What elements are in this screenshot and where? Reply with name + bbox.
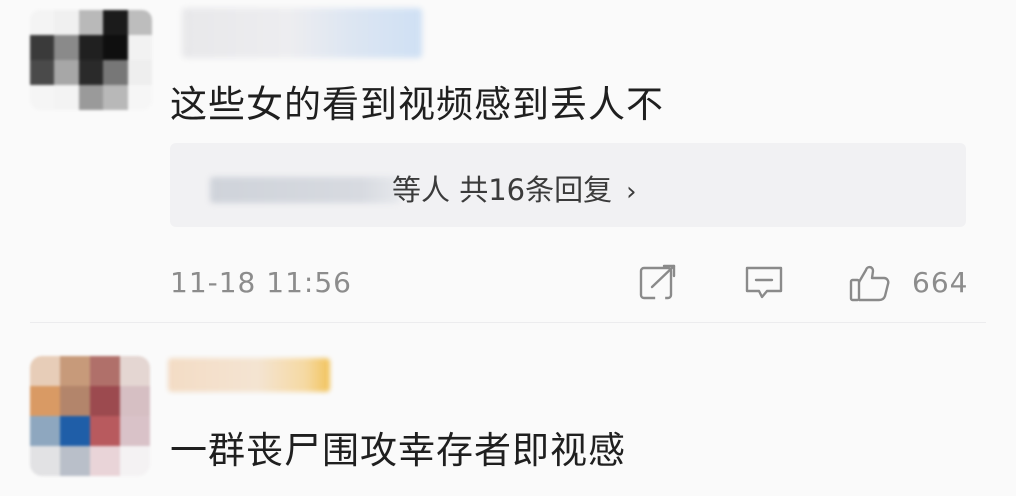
avatar-pixel [54,35,79,60]
avatar-pixel [30,386,60,416]
avatar-pixel [60,416,90,446]
share-icon [639,264,676,300]
avatar-pixel [30,35,55,60]
thumbs-up-icon [849,265,890,302]
reply-usernames-blurred [210,177,400,203]
replies-summary[interactable]: 等人 共16条回复 › [392,167,637,209]
avatar-pixel [60,446,90,476]
avatar-pixel [78,60,104,85]
avatar-pixel [54,10,79,35]
avatar-pixel [120,416,150,446]
avatar-pixel [103,85,128,110]
like-count: 664 [912,266,969,299]
comment-text: 一群丧尸围攻幸存者即视感 [170,429,626,472]
comment-meta-row: 11-18 11:56 664 [170,262,976,304]
avatar-pixel [54,85,79,110]
avatar-pixel [103,35,128,60]
like-button[interactable] [848,262,892,304]
avatar-pixel [103,60,128,85]
avatar-pixel [90,386,120,416]
avatar-pixel [127,35,152,60]
avatar-pixel [103,10,128,35]
comment-icon [745,266,783,299]
divider [30,322,986,323]
avatar-pixel [127,60,152,85]
avatar-pixel [78,35,104,60]
share-button[interactable] [636,262,680,304]
avatar-pixel [90,356,120,386]
replies-preview[interactable]: 等人 共16条回复 › [170,143,966,227]
timestamp: 11-18 11:56 [170,266,352,299]
comment-button[interactable] [742,262,786,304]
avatar-pixel [127,85,152,110]
comment-feed: 这些女的看到视频感到丢人不 等人 共16条回复 › 11-18 11:56 66… [0,0,1016,496]
username-blurred[interactable] [182,8,422,58]
username-blurred[interactable] [168,358,330,392]
avatar-pixel [30,10,55,35]
avatar-pixel [127,10,152,35]
replies-summary-label: 等人 共16条回复 [392,173,613,207]
avatar[interactable] [30,356,150,476]
avatar-pixel [90,416,120,446]
avatar-pixel [120,356,150,386]
avatar-pixel [60,356,90,386]
avatar-pixel [30,446,60,476]
avatar-pixel [120,386,150,416]
avatar[interactable] [30,10,152,110]
avatar-pixel [30,356,60,386]
avatar-pixel [90,446,120,476]
avatar-pixel [78,85,104,110]
avatar-pixel [30,85,55,110]
avatar-pixel [30,60,55,85]
avatar-pixel [120,446,150,476]
avatar-pixel [60,386,90,416]
avatar-pixel [30,416,60,446]
comment-text: 这些女的看到视频感到丢人不 [170,83,664,126]
avatar-pixel [78,10,104,35]
chevron-right-icon: › [626,177,637,207]
avatar-pixel [54,60,79,85]
